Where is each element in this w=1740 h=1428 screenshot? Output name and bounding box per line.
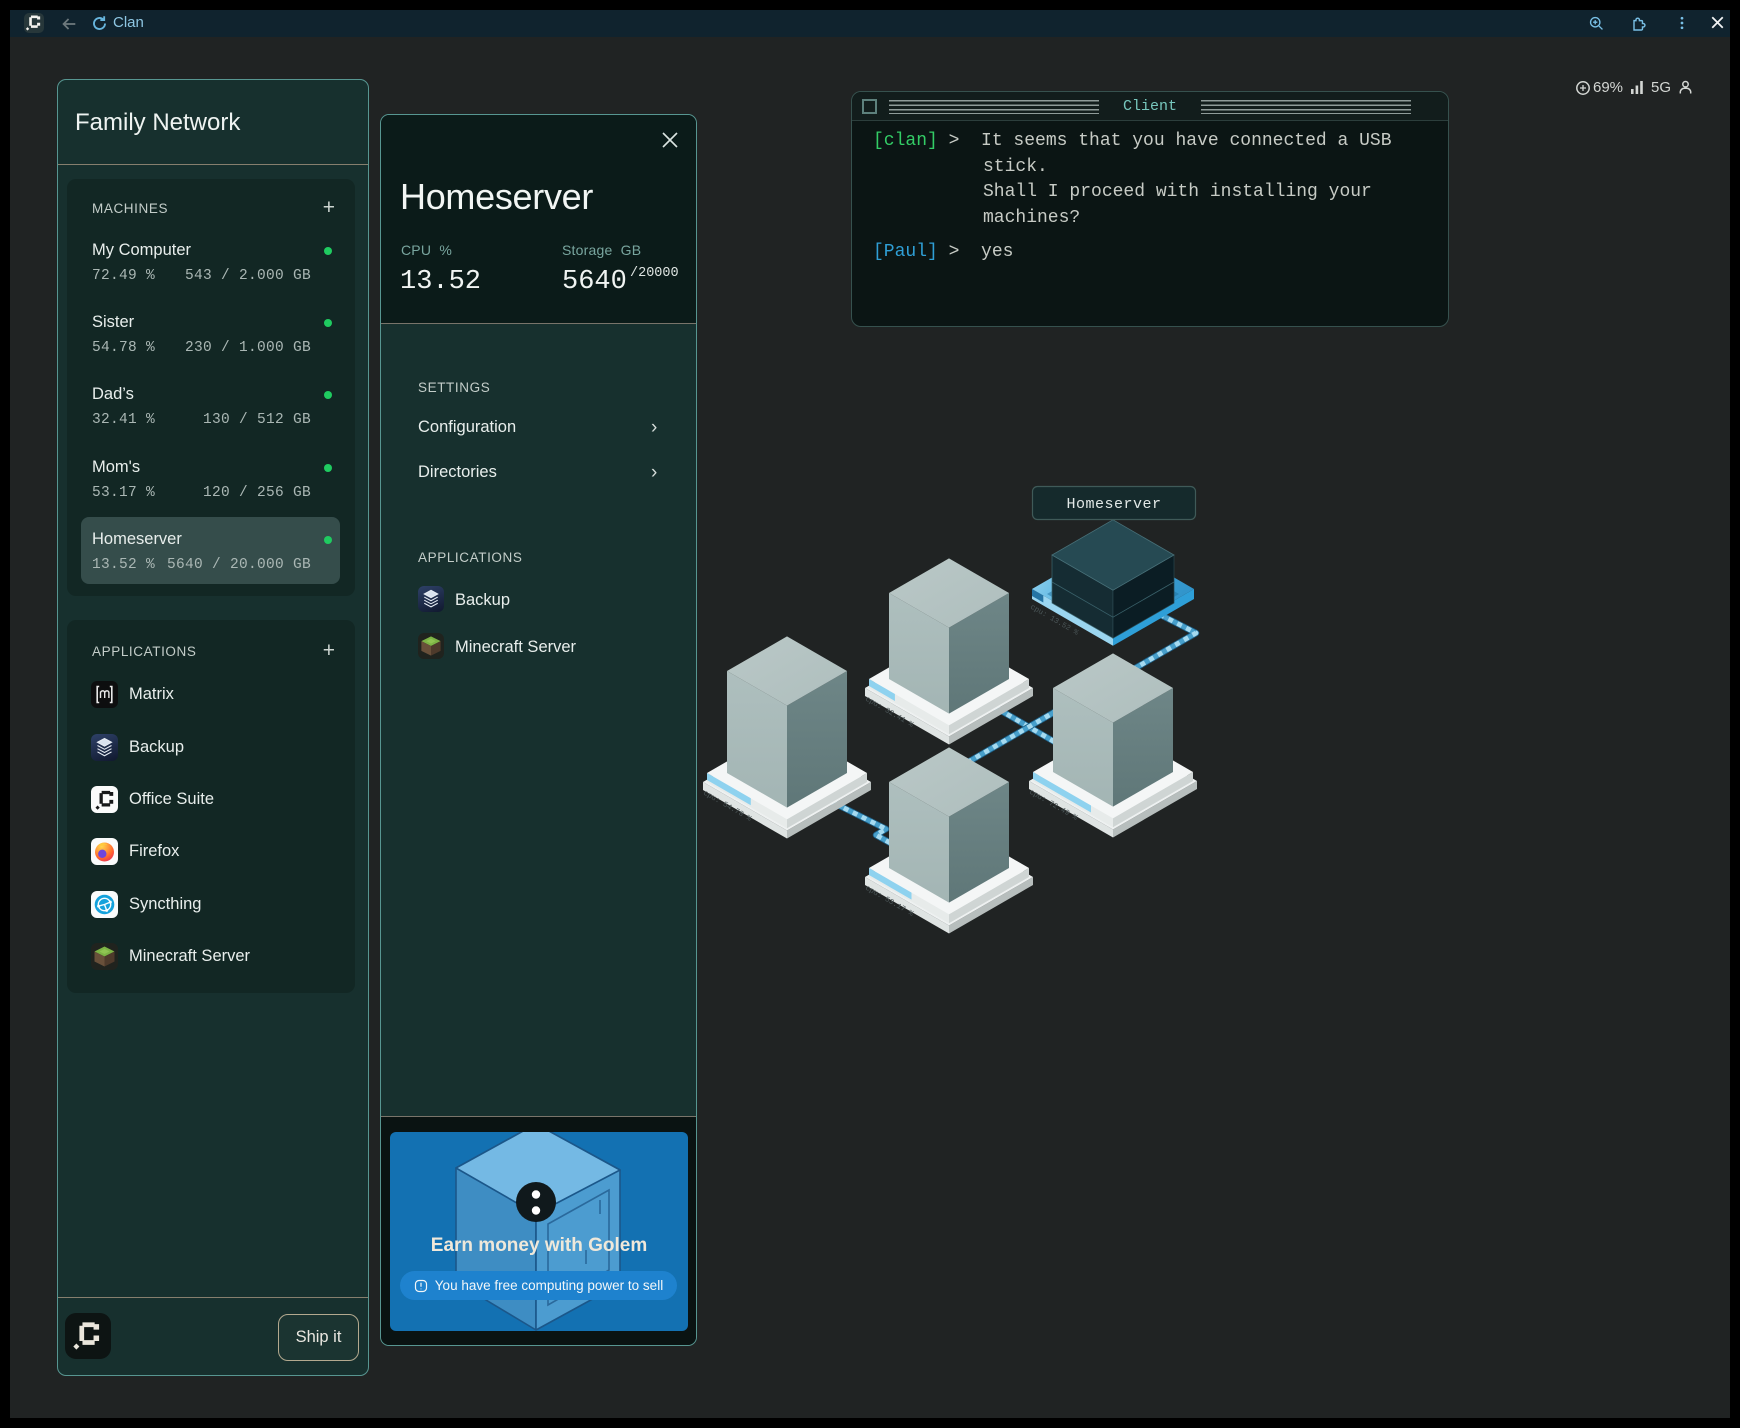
svg-text:Homeserver: Homeserver <box>1066 496 1161 513</box>
